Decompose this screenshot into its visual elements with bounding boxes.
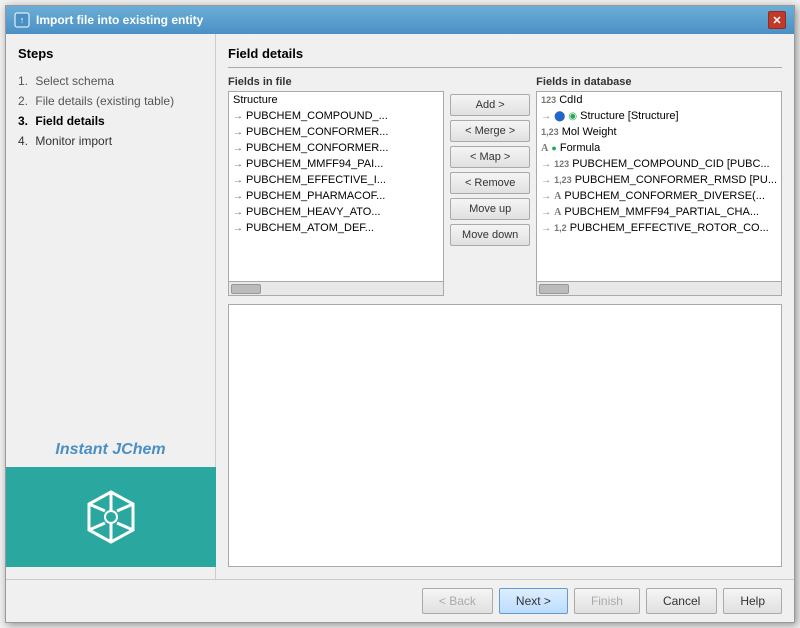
dialog: ↑ Import file into existing entity ✕ Ste… bbox=[5, 5, 795, 623]
file-fields-scroll-thumb[interactable] bbox=[231, 284, 261, 294]
file-field-0[interactable]: Structure bbox=[229, 92, 443, 108]
db-field-7[interactable]: → A PUBCHEM_MMFF94_PARTIAL_CHA... bbox=[537, 204, 781, 220]
steps-title: Steps bbox=[18, 46, 203, 61]
fields-in-file-panel: Fields in file Structure → PUBCHEM_COMPO… bbox=[228, 76, 444, 296]
help-button[interactable]: Help bbox=[723, 588, 782, 614]
finish-button[interactable]: Finish bbox=[574, 588, 640, 614]
db-field-4[interactable]: → 123 PUBCHEM_COMPOUND_CID [PUBC... bbox=[537, 156, 781, 172]
description-panel bbox=[228, 304, 782, 567]
main-panel: Field details Fields in file Structure → bbox=[216, 34, 794, 579]
fields-in-database-label: Fields in database bbox=[536, 76, 782, 88]
sidebar-logo-area: Instant JChem bbox=[18, 441, 203, 567]
sidebar: Steps 1. Select schema 2. File details (… bbox=[6, 34, 216, 579]
file-field-1[interactable]: → PUBCHEM_COMPOUND_... bbox=[229, 108, 443, 124]
logo-box bbox=[6, 467, 216, 567]
fields-row: Fields in file Structure → PUBCHEM_COMPO… bbox=[228, 76, 782, 296]
title-bar-left: ↑ Import file into existing entity bbox=[14, 12, 203, 28]
fields-in-file-label: Fields in file bbox=[228, 76, 444, 88]
next-button[interactable]: Next > bbox=[499, 588, 568, 614]
file-fields-scrollbar[interactable] bbox=[229, 281, 443, 295]
brand-text: Instant JChem bbox=[55, 441, 165, 459]
fields-in-file-list[interactable]: Structure → PUBCHEM_COMPOUND_... → PUBCH… bbox=[229, 92, 443, 281]
action-buttons: Add > < Merge > < Map > < Remove Move up… bbox=[450, 76, 530, 296]
main-title: Field details bbox=[228, 46, 782, 68]
step-2: 2. File details (existing table) bbox=[18, 91, 203, 111]
file-field-7[interactable]: → PUBCHEM_HEAVY_ATO... bbox=[229, 204, 443, 220]
fields-in-file-container[interactable]: Structure → PUBCHEM_COMPOUND_... → PUBCH… bbox=[228, 91, 444, 296]
svg-text:↑: ↑ bbox=[20, 15, 25, 25]
fields-in-database-list[interactable]: 123 CdId → ⬤ ◉ Structure [Structure] 1,2… bbox=[537, 92, 781, 281]
map-button[interactable]: < Map > bbox=[450, 146, 530, 168]
db-field-8[interactable]: → 1,2 PUBCHEM_EFFECTIVE_ROTOR_CO... bbox=[537, 220, 781, 236]
close-button[interactable]: ✕ bbox=[768, 11, 786, 29]
back-button[interactable]: < Back bbox=[422, 588, 493, 614]
file-field-4[interactable]: → PUBCHEM_MMFF94_PAI... bbox=[229, 156, 443, 172]
file-field-8[interactable]: → PUBCHEM_ATOM_DEF... bbox=[229, 220, 443, 236]
file-field-6[interactable]: → PUBCHEM_PHARMACOF... bbox=[229, 188, 443, 204]
move-down-button[interactable]: Move down bbox=[450, 224, 530, 246]
file-field-2[interactable]: → PUBCHEM_CONFORMER... bbox=[229, 124, 443, 140]
file-field-3[interactable]: → PUBCHEM_CONFORMER... bbox=[229, 140, 443, 156]
fields-in-database-panel: Fields in database 123 CdId → ⬤ ◉ S bbox=[536, 76, 782, 296]
move-up-button[interactable]: Move up bbox=[450, 198, 530, 220]
db-field-0[interactable]: 123 CdId bbox=[537, 92, 781, 108]
dialog-title: Import file into existing entity bbox=[36, 13, 203, 27]
db-field-1[interactable]: → ⬤ ◉ Structure [Structure] bbox=[537, 108, 781, 124]
db-field-5[interactable]: → 1,23 PUBCHEM_CONFORMER_RMSD [PU... bbox=[537, 172, 781, 188]
content-area: Steps 1. Select schema 2. File details (… bbox=[6, 34, 794, 579]
title-bar: ↑ Import file into existing entity ✕ bbox=[6, 6, 794, 34]
db-fields-scroll-thumb[interactable] bbox=[539, 284, 569, 294]
bottom-bar: < Back Next > Finish Cancel Help bbox=[6, 579, 794, 622]
steps-list: 1. Select schema 2. File details (existi… bbox=[18, 71, 203, 151]
db-field-6[interactable]: → A PUBCHEM_CONFORMER_DIVERSE(... bbox=[537, 188, 781, 204]
step-3: 3. Field details bbox=[18, 111, 203, 131]
fields-in-database-container[interactable]: 123 CdId → ⬤ ◉ Structure [Structure] 1,2… bbox=[536, 91, 782, 296]
step-1: 1. Select schema bbox=[18, 71, 203, 91]
add-button[interactable]: Add > bbox=[450, 94, 530, 116]
remove-button[interactable]: < Remove bbox=[450, 172, 530, 194]
dialog-icon: ↑ bbox=[14, 12, 30, 28]
merge-button[interactable]: < Merge > bbox=[450, 120, 530, 142]
cancel-button[interactable]: Cancel bbox=[646, 588, 717, 614]
file-field-5[interactable]: → PUBCHEM_EFFECTIVE_I... bbox=[229, 172, 443, 188]
db-field-3[interactable]: A ● Formula bbox=[537, 140, 781, 156]
logo-icon bbox=[81, 487, 141, 547]
step-4: 4. Monitor import bbox=[18, 131, 203, 151]
db-fields-scrollbar[interactable] bbox=[537, 281, 781, 295]
db-field-2[interactable]: 1,23 Mol Weight bbox=[537, 124, 781, 140]
